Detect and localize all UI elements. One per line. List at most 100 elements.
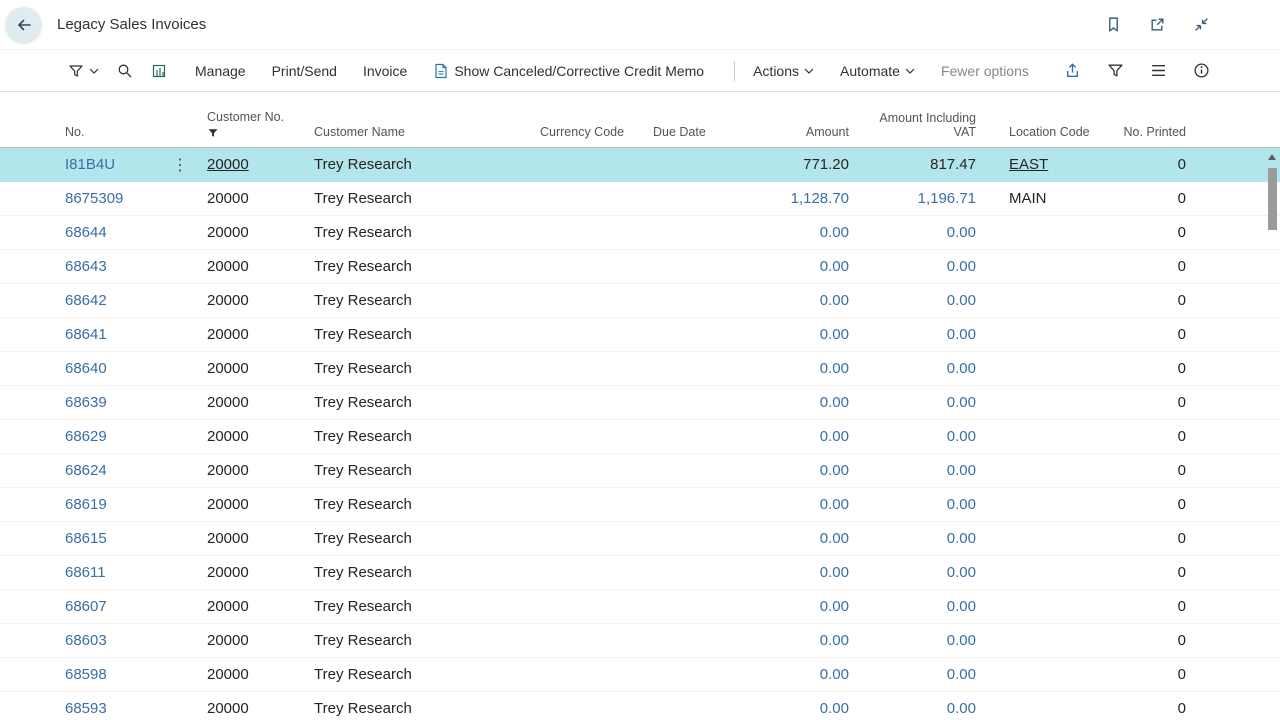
invoice-no-link[interactable]: 68598 [65, 666, 107, 683]
table-row[interactable]: 6864220000Trey Research0.000.000 [0, 284, 1280, 318]
amount-link[interactable]: 0.00 [820, 258, 849, 275]
customer-no-value[interactable]: 20000 [207, 258, 249, 275]
customer-no-value[interactable]: 20000 [207, 530, 249, 547]
table-row[interactable]: 6859320000Trey Research0.000.000 [0, 692, 1280, 720]
invoice-no-link[interactable]: 68639 [65, 394, 107, 411]
table-row[interactable]: 6864320000Trey Research0.000.000 [0, 250, 1280, 284]
amount-including-vat-link[interactable]: 0.00 [947, 666, 976, 683]
column-header-due-date[interactable]: Due Date [644, 125, 731, 147]
table-row[interactable]: 6864420000Trey Research0.000.000 [0, 216, 1280, 250]
customer-no-value[interactable]: 20000 [207, 224, 249, 241]
amount-link[interactable]: 0.00 [820, 292, 849, 309]
table-row[interactable]: 6861520000Trey Research0.000.000 [0, 522, 1280, 556]
amount-link[interactable]: 0.00 [820, 394, 849, 411]
table-row[interactable]: 6862920000Trey Research0.000.000 [0, 420, 1280, 454]
table-row[interactable]: 6859820000Trey Research0.000.000 [0, 658, 1280, 692]
customer-no-value[interactable]: 20000 [207, 666, 249, 683]
invoice-no-link[interactable]: 68640 [65, 360, 107, 377]
fewer-options-button[interactable]: Fewer options [941, 63, 1029, 79]
table-row[interactable]: 867530920000Trey Research1,128.701,196.7… [0, 182, 1280, 216]
show-canceled-button[interactable]: Show Canceled/Corrective Credit Memo [433, 63, 704, 79]
customer-no-value[interactable]: 20000 [207, 292, 249, 309]
column-header-amount[interactable]: Amount [731, 125, 851, 147]
analysis-mode-icon[interactable] [151, 58, 167, 84]
customer-no-value[interactable]: 20000 [207, 496, 249, 513]
share-icon[interactable] [1059, 58, 1085, 84]
collapse-icon[interactable] [1188, 12, 1214, 38]
invoice-no-link[interactable]: 68624 [65, 462, 107, 479]
table-row[interactable]: 6862420000Trey Research0.000.000 [0, 454, 1280, 488]
table-row[interactable]: 6863920000Trey Research0.000.000 [0, 386, 1280, 420]
scrollbar-thumb[interactable] [1268, 168, 1277, 230]
amount-including-vat-link[interactable]: 0.00 [947, 700, 976, 717]
amount-link[interactable]: 0.00 [820, 462, 849, 479]
amount-including-vat-link[interactable]: 0.00 [947, 394, 976, 411]
customer-no-value[interactable]: 20000 [207, 326, 249, 343]
menu-actions[interactable]: Actions [753, 63, 814, 79]
search-icon[interactable] [117, 58, 133, 84]
amount-including-vat-link[interactable]: 0.00 [947, 598, 976, 615]
customer-no-value[interactable]: 20000 [207, 700, 249, 717]
filter-icon[interactable] [1102, 58, 1128, 84]
menu-automate[interactable]: Automate [840, 63, 915, 79]
invoice-no-link[interactable]: 68629 [65, 428, 107, 445]
column-header-no-printed[interactable]: No. Printed [1108, 125, 1194, 147]
amount-link[interactable]: 0.00 [820, 700, 849, 717]
table-row[interactable]: 6860320000Trey Research0.000.000 [0, 624, 1280, 658]
amount-link[interactable]: 1,128.70 [791, 190, 849, 207]
customer-no-value[interactable]: 20000 [207, 190, 249, 207]
customer-no-value[interactable]: 20000 [207, 598, 249, 615]
amount-including-vat-link[interactable]: 0.00 [947, 530, 976, 547]
column-header-customer-no[interactable]: Customer No. [198, 110, 305, 147]
amount-link[interactable]: 0.00 [820, 360, 849, 377]
amount-including-vat-link[interactable]: 0.00 [947, 564, 976, 581]
invoice-no-link[interactable]: 68607 [65, 598, 107, 615]
invoice-no-link[interactable]: 68641 [65, 326, 107, 343]
invoice-no-link[interactable]: 68603 [65, 632, 107, 649]
invoice-no-link[interactable]: 68611 [65, 564, 106, 581]
customer-no-value[interactable]: 20000 [207, 564, 249, 581]
amount-link[interactable]: 771.20 [803, 156, 849, 173]
amount-including-vat-link[interactable]: 0.00 [947, 360, 976, 377]
location-code-value[interactable]: MAIN [1009, 190, 1047, 207]
invoice-no-link[interactable]: 68593 [65, 700, 107, 717]
amount-link[interactable]: 0.00 [820, 564, 849, 581]
customer-no-value[interactable]: 20000 [207, 632, 249, 649]
scroll-up-arrow-icon[interactable] [1266, 150, 1278, 164]
amount-including-vat-link[interactable]: 0.00 [947, 496, 976, 513]
customer-no-value[interactable]: 20000 [207, 462, 249, 479]
vertical-scrollbar[interactable] [1266, 150, 1278, 720]
column-header-amount-including-vat[interactable]: Amount Including VAT [851, 111, 978, 147]
amount-including-vat-link[interactable]: 0.00 [947, 326, 976, 343]
amount-including-vat-link[interactable]: 0.00 [947, 428, 976, 445]
table-row[interactable]: 6861920000Trey Research0.000.000 [0, 488, 1280, 522]
column-header-no[interactable]: No. [56, 125, 168, 147]
column-header-location-code[interactable]: Location Code [978, 125, 1108, 147]
amount-including-vat-link[interactable]: 0.00 [947, 632, 976, 649]
invoice-no-link[interactable]: 68644 [65, 224, 107, 241]
amount-including-vat-link[interactable]: 817.47 [930, 156, 976, 173]
amount-including-vat-link[interactable]: 0.00 [947, 224, 976, 241]
column-header-currency-code[interactable]: Currency Code [531, 125, 644, 147]
amount-link[interactable]: 0.00 [820, 224, 849, 241]
column-filter-icon[interactable] [207, 127, 299, 139]
list-view-icon[interactable] [1145, 58, 1171, 84]
invoice-no-link[interactable]: I81B4U [65, 156, 115, 173]
customer-no-value[interactable]: 20000 [207, 428, 249, 445]
bookmark-icon[interactable] [1100, 12, 1126, 38]
info-icon[interactable] [1188, 58, 1214, 84]
invoice-no-link[interactable]: 68619 [65, 496, 107, 513]
amount-including-vat-link[interactable]: 0.00 [947, 292, 976, 309]
amount-link[interactable]: 0.00 [820, 326, 849, 343]
row-context-menu-icon[interactable]: ⋮ [172, 157, 188, 174]
customer-no-value[interactable]: 20000 [207, 394, 249, 411]
menu-invoice[interactable]: Invoice [363, 63, 407, 79]
invoice-no-link[interactable]: 68642 [65, 292, 107, 309]
back-button[interactable] [6, 7, 41, 42]
amount-link[interactable]: 0.00 [820, 428, 849, 445]
amount-including-vat-link[interactable]: 0.00 [947, 462, 976, 479]
amount-including-vat-link[interactable]: 0.00 [947, 258, 976, 275]
amount-including-vat-link[interactable]: 1,196.71 [918, 190, 976, 207]
saved-views-button[interactable] [68, 63, 99, 79]
amount-link[interactable]: 0.00 [820, 632, 849, 649]
